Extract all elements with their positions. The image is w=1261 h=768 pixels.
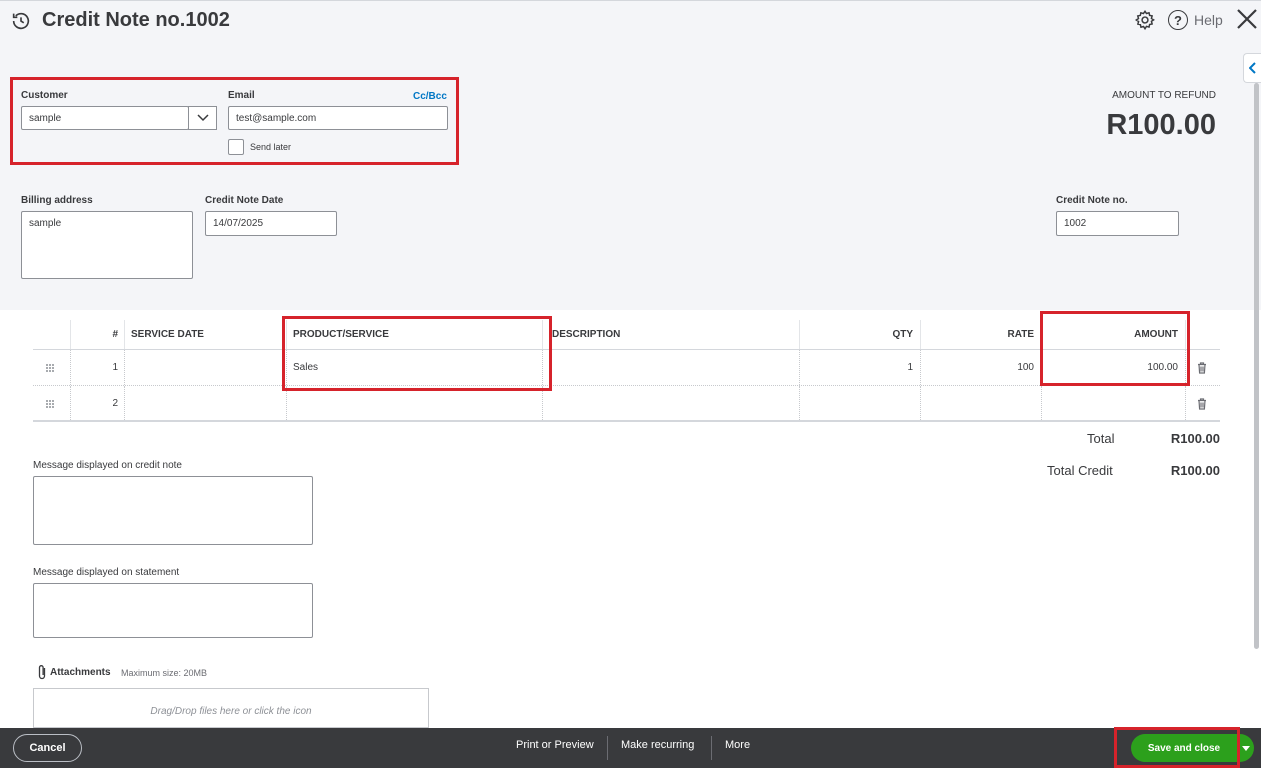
row-amount[interactable] bbox=[1041, 386, 1185, 420]
table-row[interactable]: 1 Sales 1 100 100.00 bbox=[33, 350, 1220, 386]
amount-to-refund-label: AMOUNT TO REFUND bbox=[1112, 90, 1216, 101]
attachments-max-size: Maximum size: 20MB bbox=[121, 668, 208, 678]
row-num: 2 bbox=[112, 397, 118, 409]
credit-note-no-field[interactable]: 1002 bbox=[1056, 211, 1179, 236]
gear-icon[interactable] bbox=[1134, 9, 1156, 31]
header-qty: QTY bbox=[892, 329, 913, 340]
header-service-date: SERVICE DATE bbox=[131, 329, 204, 340]
message-credit-note-label: Message displayed on credit note bbox=[33, 460, 182, 471]
row-qty[interactable] bbox=[799, 386, 920, 420]
row-num: 1 bbox=[112, 362, 118, 373]
row-service-date[interactable] bbox=[124, 386, 286, 420]
attachments-label: Attachments bbox=[50, 666, 111, 678]
print-preview-button[interactable]: Print or Preview bbox=[516, 739, 594, 751]
row-description[interactable] bbox=[542, 350, 799, 385]
caret-down-icon bbox=[1242, 745, 1250, 751]
form-header: Credit Note no.1002 ? Help Customer samp… bbox=[0, 0, 1261, 310]
close-icon[interactable] bbox=[1235, 7, 1259, 31]
table-row[interactable]: 2 bbox=[33, 386, 1220, 422]
message-credit-note-field[interactable] bbox=[33, 476, 313, 545]
credit-note-no-label: Credit Note no. bbox=[1056, 195, 1128, 206]
history-icon[interactable] bbox=[10, 10, 32, 32]
header-description: DESCRIPTION bbox=[552, 329, 621, 340]
title-row: Credit Note no.1002 bbox=[10, 9, 230, 32]
drag-handle-icon[interactable] bbox=[45, 399, 55, 409]
billing-address-field[interactable]: sample bbox=[21, 211, 193, 279]
row-description[interactable] bbox=[542, 386, 799, 420]
total-credit-value: R100.00 bbox=[1170, 463, 1220, 478]
page-title: Credit Note no.1002 bbox=[42, 9, 230, 31]
more-button[interactable]: More bbox=[725, 739, 750, 751]
row-product[interactable] bbox=[286, 386, 542, 420]
footer-bar: Cancel Print or Preview Make recurring M… bbox=[0, 728, 1261, 768]
make-recurring-button[interactable]: Make recurring bbox=[621, 739, 694, 751]
help-link[interactable]: ? Help bbox=[1168, 10, 1223, 30]
email-field[interactable]: test@sample.com bbox=[228, 106, 448, 130]
row-service-date[interactable] bbox=[124, 350, 286, 385]
credit-note-date-field[interactable]: 14/07/2025 bbox=[205, 211, 337, 236]
header-amount: AMOUNT bbox=[1134, 329, 1178, 340]
total-value: R100.00 bbox=[1170, 431, 1220, 446]
total-label: Total bbox=[1087, 431, 1115, 446]
help-label: Help bbox=[1194, 12, 1223, 28]
header-product: PRODUCT/SERVICE bbox=[293, 329, 389, 340]
message-statement-field[interactable] bbox=[33, 583, 313, 638]
credit-note-date-label: Credit Note Date bbox=[205, 195, 284, 206]
customer-label: Customer bbox=[21, 90, 68, 101]
row-amount[interactable]: 100.00 bbox=[1041, 350, 1185, 385]
cancel-button[interactable]: Cancel bbox=[13, 734, 82, 762]
help-icon: ? bbox=[1168, 10, 1188, 30]
customer-select[interactable]: sample bbox=[21, 106, 189, 130]
save-options-dropdown[interactable] bbox=[1237, 734, 1254, 762]
header-rate: RATE bbox=[1007, 329, 1034, 340]
collapse-chevron-icon bbox=[1248, 62, 1256, 74]
amount-to-refund-value: R100.00 bbox=[1106, 109, 1216, 141]
email-label: Email bbox=[228, 90, 255, 101]
message-statement-label: Message displayed on statement bbox=[33, 567, 180, 578]
attachments-link[interactable]: Attachments bbox=[37, 664, 111, 680]
send-later-checkbox[interactable] bbox=[228, 139, 244, 155]
row-rate[interactable]: 100 bbox=[920, 350, 1041, 385]
trash-icon[interactable] bbox=[1197, 398, 1207, 410]
row-qty[interactable]: 1 bbox=[799, 350, 920, 385]
header-num: # bbox=[112, 329, 118, 340]
total-credit-label: Total Credit bbox=[1047, 463, 1113, 478]
customer-dropdown-button[interactable] bbox=[188, 106, 217, 130]
table-header: # SERVICE DATE PRODUCT/SERVICE DESCRIPTI… bbox=[33, 320, 1220, 350]
scrollbar[interactable] bbox=[1254, 83, 1259, 649]
row-rate[interactable] bbox=[920, 386, 1041, 420]
row-product[interactable]: Sales bbox=[286, 350, 542, 385]
attachment-dropzone[interactable]: Drag/Drop files here or click the icon bbox=[33, 688, 429, 728]
dropzone-hint: Drag/Drop files here or click the icon bbox=[150, 706, 312, 717]
drag-handle-icon[interactable] bbox=[45, 363, 55, 373]
line-items-table: # SERVICE DATE PRODUCT/SERVICE DESCRIPTI… bbox=[33, 320, 1220, 422]
trash-icon[interactable] bbox=[1197, 362, 1207, 374]
cc-bcc-link[interactable]: Cc/Bcc bbox=[413, 91, 447, 102]
send-later-label: Send later bbox=[250, 142, 292, 152]
billing-address-label: Billing address bbox=[21, 195, 93, 206]
chevron-down-icon bbox=[196, 114, 209, 122]
save-and-close-button[interactable]: Save and close bbox=[1131, 734, 1237, 762]
collapse-panel-tab[interactable] bbox=[1243, 53, 1261, 83]
paperclip-icon bbox=[38, 665, 46, 680]
